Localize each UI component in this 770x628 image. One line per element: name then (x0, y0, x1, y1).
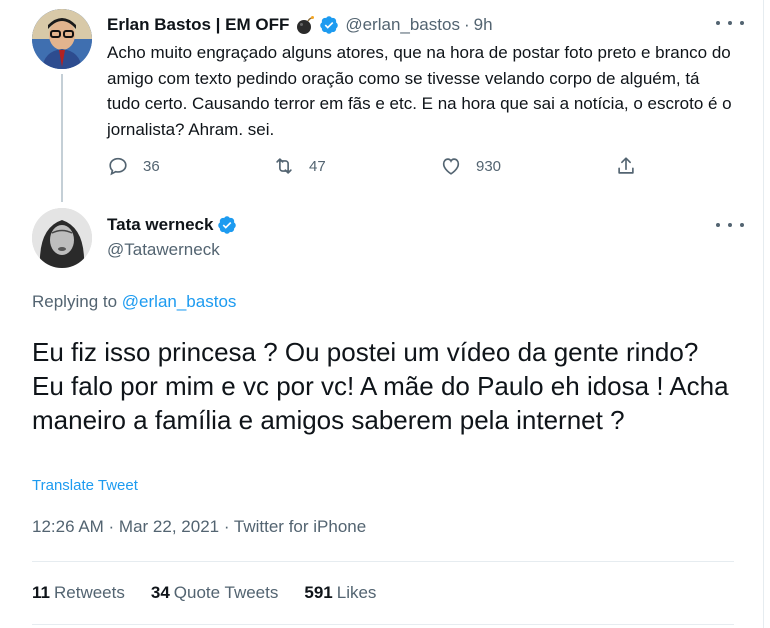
tweet1-handle[interactable]: @erlan_bastos (345, 15, 460, 35)
separator-dot: · (463, 15, 470, 34)
tweet1-text: Acho muito engraçado alguns atores, que … (107, 43, 732, 139)
like-button[interactable]: 930 (440, 155, 501, 177)
retweets-label: Retweets (53, 583, 125, 602)
reply-button[interactable]: 36 (107, 155, 160, 177)
share-icon (618, 157, 634, 174)
reply-count: 36 (143, 157, 160, 175)
share-button[interactable] (615, 155, 637, 177)
avatar-tata[interactable] (32, 208, 92, 268)
verified-badge-icon (217, 215, 237, 235)
tweet-timestamp[interactable]: 12:26 AM · Mar 22, 2021 · Twitter for iP… (32, 517, 366, 537)
border-line (763, 0, 764, 628)
heart-icon (442, 158, 460, 175)
thread-connector-line (61, 74, 63, 202)
likes-label: Likes (336, 583, 377, 602)
quote-tweets-count: 34 (150, 583, 170, 602)
replying-prefix: Replying to (32, 292, 118, 311)
tweet2-display-name[interactable]: Tata werneck (107, 215, 213, 235)
tweet2-handle[interactable]: @Tatawerneck (107, 240, 220, 260)
avatar-erlan[interactable] (32, 9, 92, 69)
quote-tweets-label: Quote Tweets (173, 583, 279, 602)
bomb-icon (295, 15, 315, 35)
quote-tweets-stat[interactable]: 34 Quote Tweets (151, 583, 279, 603)
retweet-count: 47 (309, 157, 326, 175)
verified-badge-icon (319, 15, 339, 35)
likes-stat[interactable]: 591 Likes (304, 583, 376, 603)
reply-icon (109, 157, 127, 176)
retweet-button[interactable]: 47 (273, 155, 326, 177)
more-options-icon[interactable] (716, 220, 744, 230)
translate-tweet-link[interactable]: Translate Tweet (32, 477, 138, 494)
replying-handle-link[interactable]: @erlan_bastos (122, 292, 237, 311)
retweets-stat[interactable]: 11 Retweets (32, 583, 125, 603)
more-options-icon[interactable] (716, 18, 744, 28)
tweet2-text: Eu fiz isso princesa ? Ou postei um víde… (32, 337, 729, 435)
tweet-stats: 11 Retweets 34 Quote Tweets 591 Likes (32, 583, 402, 603)
divider (32, 624, 734, 625)
replying-to: Replying to @erlan_bastos (32, 292, 236, 312)
tweet2-header: Tata werneck (107, 213, 243, 237)
likes-count: 591 (304, 583, 333, 602)
tweet1-time[interactable]: 9h (474, 15, 493, 35)
retweet-icon (276, 158, 292, 174)
tweet1-header: Erlan Bastos | EM OFF @erlan_bastos · 9h (107, 13, 493, 37)
like-count: 930 (476, 157, 502, 175)
tweet-thread: Erlan Bastos | EM OFF @erlan_bastos · 9h… (0, 0, 770, 628)
tweet1-actions: 36 47 930 (107, 155, 647, 179)
divider (32, 561, 734, 562)
retweets-count: 11 (32, 583, 50, 602)
tweet1-display-name[interactable]: Erlan Bastos | EM OFF (107, 15, 289, 35)
